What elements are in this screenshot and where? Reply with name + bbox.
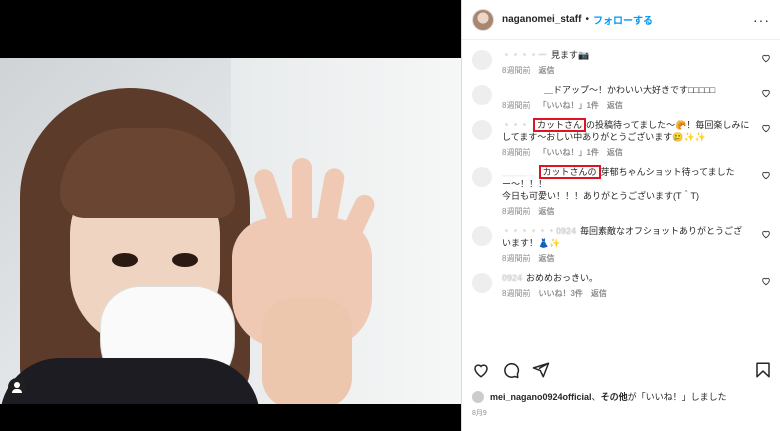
comment-item: 0924 おめめおっきい。 8週間前 いいね！3件 返信 [472, 272, 771, 299]
comment-like-heart-icon[interactable] [761, 229, 771, 239]
post-actions-bar [472, 358, 772, 382]
comment-time: 8週間前 [502, 66, 531, 75]
commenter-username[interactable]: ・・・ [502, 120, 529, 130]
comment-like-heart-icon[interactable] [761, 170, 771, 180]
photo-pointing-hand [262, 298, 352, 404]
commenter-username[interactable]: 0924 [502, 273, 522, 283]
comment-time: 8週間前 [502, 289, 531, 298]
post-sidebar: naganomei_staff • フォローする ··· ・・・・ー 見ます📷 8… [461, 0, 780, 431]
liker-username[interactable]: mei_nagano0924official [490, 392, 592, 402]
comment-text: 芽郁ちゃんショット待ってましたー〜！！！ 今日も可愛い！！！ありがとうございます… [502, 167, 735, 201]
more-options-icon[interactable]: ··· [753, 12, 770, 28]
commenter-avatar[interactable] [472, 85, 492, 105]
photo-eye-left [112, 253, 138, 267]
comment-time: 8週間前 [502, 207, 531, 216]
comment-item: ・・・ カットさん の投稿待ってました〜🥐！毎回楽しみにしてます〜おしい中ありがとう… [472, 118, 771, 158]
reply-button[interactable]: 返信 [538, 66, 554, 75]
comment-text: ＿ドアップ〜！かわいい大好きです□□□□□ [544, 85, 716, 95]
comment-text: 見ます📷 [551, 50, 590, 60]
comment-like-heart-icon[interactable] [761, 88, 771, 98]
instagram-post-window: naganomei_staff • フォローする ··· ・・・・ー 見ます📷 8… [0, 0, 780, 431]
commenter-avatar[interactable] [472, 273, 492, 293]
comment-time: 8週間前 [502, 254, 531, 263]
commenter-avatar[interactable] [472, 226, 492, 246]
author-avatar[interactable] [472, 8, 494, 31]
comment-item: _____ _ カットさんの 芽郁ちゃんショット待ってましたー〜！！！ 今日も可愛い… [472, 165, 771, 217]
commenter-username[interactable]: ・・・・・・0924 [502, 226, 576, 236]
bookmark-icon[interactable] [754, 361, 772, 379]
comment-likes-count[interactable]: 「いいね！」1件 [538, 101, 598, 110]
reply-button[interactable]: 返信 [538, 207, 554, 216]
highlighted-text: カットさん [533, 118, 587, 132]
photo-body [0, 358, 260, 404]
author-username[interactable]: naganomei_staff [502, 14, 581, 25]
heart-icon[interactable] [472, 361, 490, 379]
commenter-username[interactable]: _____ _ [502, 167, 535, 177]
highlighted-text: カットさんの [538, 165, 601, 179]
separator-dot: • [585, 14, 589, 25]
comment-text: おめめおっきい。 [526, 273, 599, 283]
photo-finger [292, 158, 312, 233]
post-photo[interactable] [0, 58, 461, 404]
comment-likes-count[interactable]: いいね！3件 [538, 289, 582, 298]
photo-panel [0, 0, 461, 431]
comment-item: ・・・・ー 見ます📷 8週間前 返信 [472, 49, 771, 76]
likes-suffix: が「いいね！」しました [627, 392, 727, 402]
commenter-username[interactable]: ・・・・ー [502, 50, 547, 60]
likes-separator: 、 [591, 392, 601, 402]
commenter-avatar[interactable] [472, 50, 492, 70]
post-date: 8月9 [472, 410, 487, 417]
others-link[interactable]: その他 [601, 390, 628, 403]
reply-button[interactable]: 返信 [607, 101, 623, 110]
reply-button[interactable]: 返信 [591, 289, 607, 298]
commenter-avatar[interactable] [472, 167, 492, 187]
comment-like-heart-icon[interactable] [761, 53, 771, 63]
comment-icon[interactable] [502, 361, 520, 379]
comments-list[interactable]: ・・・・ー 見ます📷 8週間前 返信 ＿ドアップ〜！かわいい大好きです□□□□□ 8… [462, 41, 780, 349]
comment-like-heart-icon[interactable] [761, 123, 771, 133]
comment-likes-count[interactable]: 「いいね！」1件 [538, 148, 598, 157]
comment-like-heart-icon[interactable] [761, 276, 771, 286]
share-icon[interactable] [532, 361, 550, 379]
liker-avatar[interactable] [472, 390, 484, 403]
post-header: naganomei_staff • フォローする ··· [462, 0, 780, 40]
reply-button[interactable]: 返信 [607, 148, 623, 157]
likes-summary: mei_nagano0924official、その他 が「いいね！」しました [472, 390, 727, 403]
comment-item: ・・・・・・0924 毎回素敵なオフショットありがとうございます！👗✨ 8週間前返… [472, 225, 771, 264]
comment-time: 8週間前 [502, 101, 531, 110]
tagged-user-icon[interactable] [8, 378, 26, 396]
comment-item: ＿ドアップ〜！かわいい大好きです□□□□□ 8週間前 「いいね！」1件 返信 [472, 84, 771, 111]
follow-button[interactable]: フォローする [593, 12, 653, 27]
photo-eye-right [172, 253, 198, 267]
comment-time: 8週間前 [502, 148, 531, 157]
reply-button[interactable]: 返信 [538, 254, 554, 263]
commenter-avatar[interactable] [472, 120, 492, 140]
